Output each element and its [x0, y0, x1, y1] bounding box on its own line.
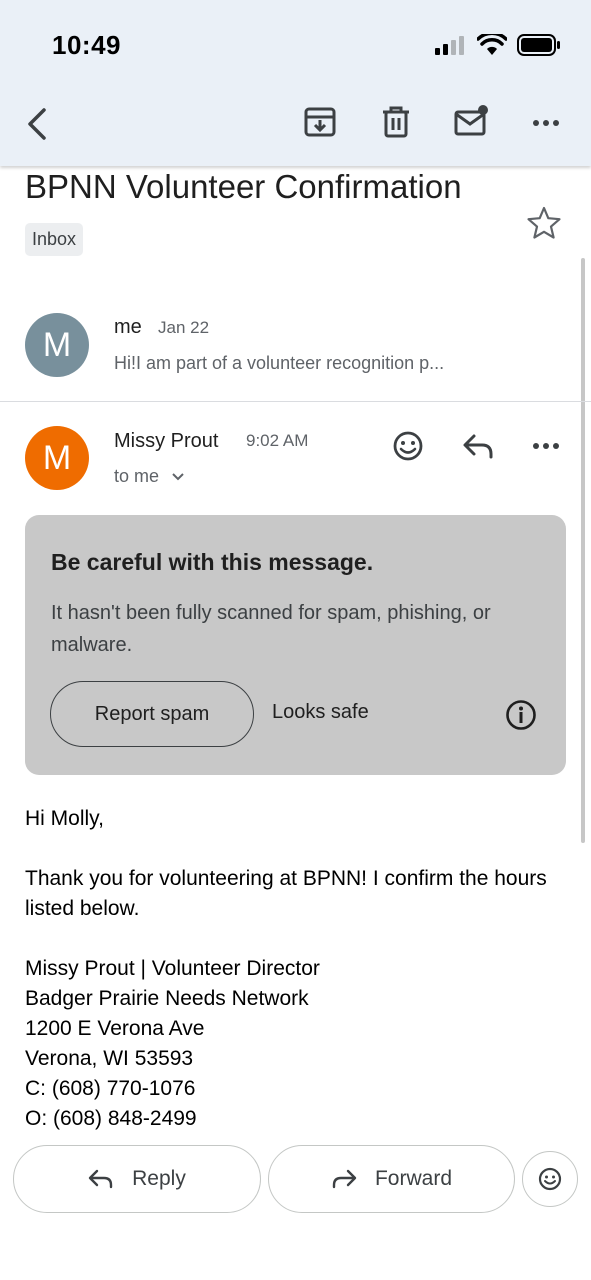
signature-line: 1200 E Verona Ave	[25, 1017, 205, 1040]
top-bar: 10:49	[0, 0, 591, 166]
warning-text: It hasn't been fully scanned for spam, p…	[51, 602, 491, 656]
avatar: M	[25, 313, 89, 377]
recipient-toggle[interactable]: to me	[114, 466, 185, 487]
inbox-label[interactable]: Inbox	[25, 223, 84, 256]
recipient-label: to me	[114, 466, 160, 486]
reply-button[interactable]: Reply	[13, 1145, 261, 1213]
emoji-reaction-icon[interactable]	[390, 428, 426, 464]
forward-icon	[332, 1169, 357, 1189]
warning-title: Be careful with this message.	[51, 549, 374, 575]
chevron-down-icon	[172, 472, 184, 480]
signature-line: Badger Prairie Needs Network	[25, 987, 309, 1010]
message-snippet: Hi!I am part of a volunteer recognition …	[114, 353, 445, 373]
archive-icon[interactable]	[302, 104, 338, 140]
email-subject: BPNN Volunteer Confirmation	[25, 168, 462, 205]
more-icon[interactable]	[528, 428, 564, 464]
more-icon[interactable]	[528, 104, 564, 140]
reply-label: Reply	[132, 1167, 186, 1190]
forward-button[interactable]: Forward	[268, 1145, 515, 1213]
battery-icon	[517, 34, 560, 56]
signature-line: Missy Prout | Volunteer Director	[25, 957, 320, 980]
message-time: 9:02 AM	[246, 431, 309, 450]
cellular-signal-icon	[435, 36, 464, 55]
emoji-react-button[interactable]	[522, 1151, 578, 1207]
emoji-icon	[538, 1167, 562, 1191]
trash-icon[interactable]	[378, 104, 414, 140]
message-date: Jan 22	[158, 318, 210, 337]
avatar: M	[25, 426, 89, 490]
looks-safe-button[interactable]: Looks safe	[272, 701, 369, 724]
mark-unread-icon[interactable]	[454, 104, 490, 140]
wifi-icon	[477, 34, 507, 55]
star-icon[interactable]	[526, 205, 562, 241]
sender-name: Missy Prout	[114, 430, 219, 452]
email-body: Hi Molly, Thank you for volunteering at …	[25, 804, 565, 1134]
signature-line: C: (608) 770-1076	[25, 1077, 196, 1100]
body-paragraph: Thank you for volunteering at BPNN! I co…	[25, 867, 547, 920]
signature-line: O: (608) 848-2499	[25, 1107, 197, 1130]
reply-icon[interactable]	[460, 428, 496, 464]
greeting: Hi Molly,	[25, 807, 104, 830]
status-icons	[435, 34, 561, 56]
divider	[0, 401, 591, 402]
sender-name: me	[114, 316, 142, 338]
reply-icon	[88, 1169, 113, 1189]
status-time: 10:49	[52, 30, 121, 60]
report-spam-button[interactable]: Report spam	[50, 681, 254, 747]
spam-warning-banner: Be careful with this message. It hasn't …	[25, 515, 566, 775]
info-icon[interactable]	[505, 699, 537, 731]
back-arrow-icon[interactable]	[20, 104, 52, 144]
forward-label: Forward	[374, 1167, 453, 1190]
scrollbar[interactable]	[581, 258, 585, 843]
signature-line: Verona, WI 53593	[25, 1047, 194, 1070]
